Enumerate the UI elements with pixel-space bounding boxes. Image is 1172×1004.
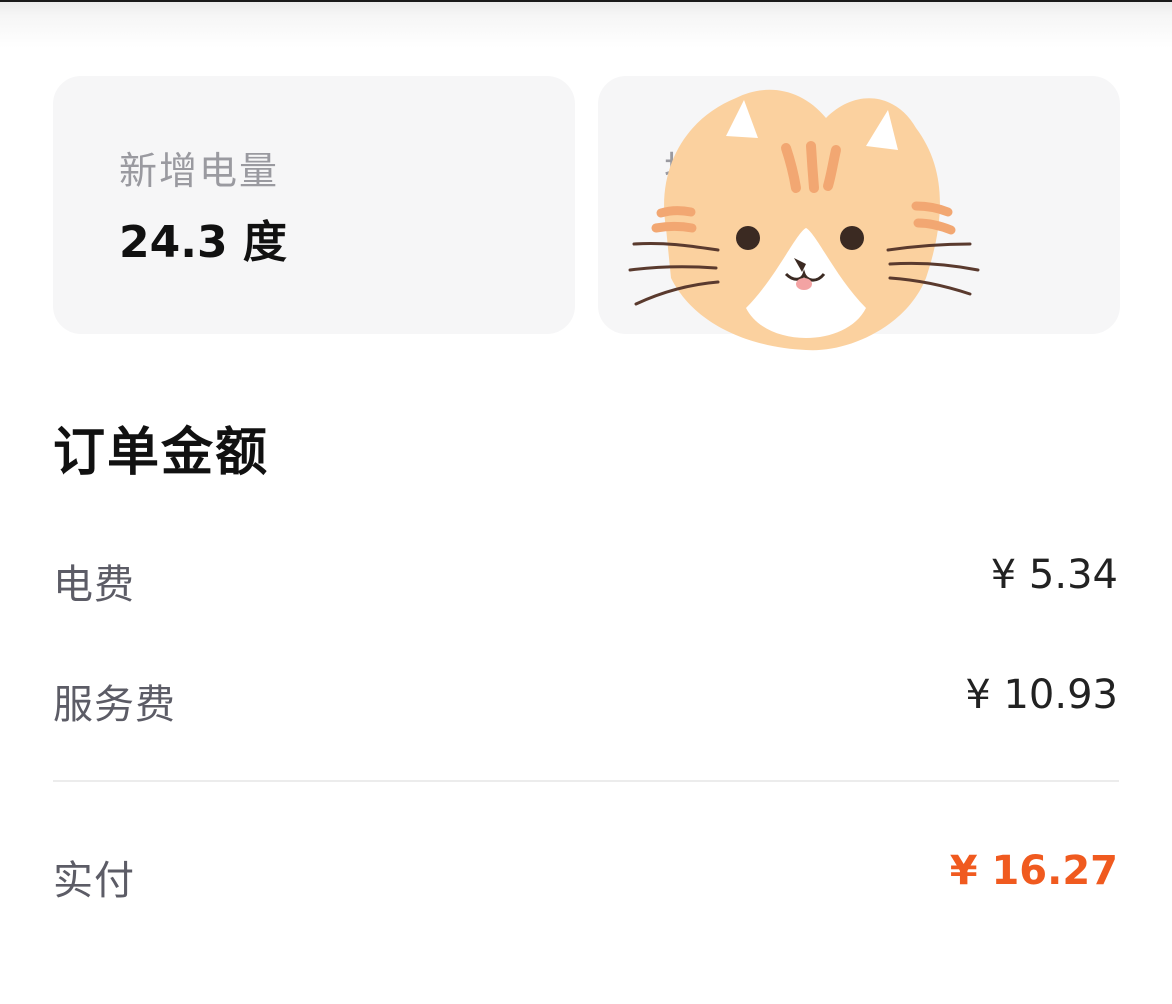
cat-stripe-mark	[651, 222, 697, 233]
added-energy-card: 新增电量 24.3 度	[53, 76, 575, 334]
cat-face-sticker-icon	[628, 89, 980, 351]
cat-left-eye	[736, 226, 760, 250]
header-shadow	[0, 0, 1172, 48]
electricity-fee-amount: ¥ 5.34	[990, 552, 1118, 598]
total-paid-amount: ¥ 16.27	[949, 848, 1118, 894]
cat-right-eye	[840, 226, 864, 250]
total-paid-label: 实付	[53, 858, 135, 904]
cat-stripe-mark	[806, 141, 819, 193]
cat-tongue	[796, 278, 812, 290]
divider	[53, 780, 1119, 782]
added-energy-label: 新增电量	[119, 149, 280, 193]
added-energy-value: 24.3 度	[119, 217, 287, 268]
cat-stripe-mark	[656, 206, 696, 218]
order-detail-page: 新增电量 24.3 度 换	[0, 0, 1172, 1004]
order-amount-title: 订单金额	[53, 423, 270, 483]
service-fee-label: 服务费	[53, 682, 176, 728]
electricity-fee-label: 电费	[53, 562, 135, 608]
service-fee-amount: ¥ 10.93	[965, 672, 1118, 718]
